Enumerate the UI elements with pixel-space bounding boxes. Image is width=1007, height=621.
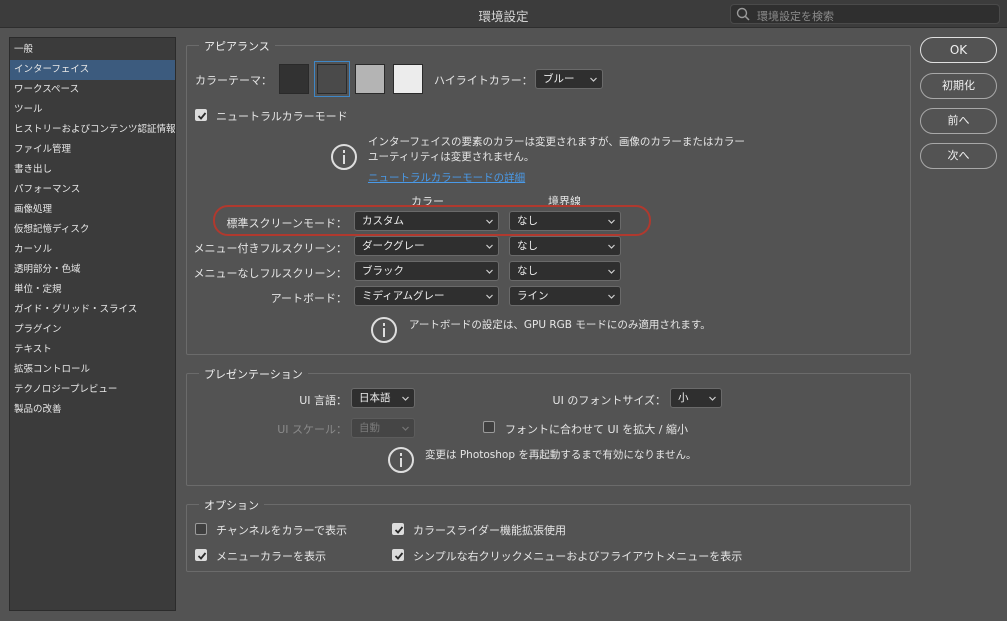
- sidebar-item-scratch-disks[interactable]: 仮想記憶ディスク: [10, 220, 175, 240]
- chevron-down-icon: [590, 77, 597, 82]
- ok-button[interactable]: OK: [920, 37, 997, 63]
- reset-button[interactable]: 初期化: [920, 73, 997, 99]
- ui-language-select[interactable]: 日本語: [351, 388, 415, 408]
- color-theme-label: カラーテーマ：: [195, 74, 272, 87]
- sidebar-item-product-improvement[interactable]: 製品の改善: [10, 400, 175, 420]
- chevron-down-icon: [709, 396, 716, 401]
- color-slider-ext-label: カラースライダー機能拡張使用: [413, 524, 567, 537]
- neutral-color-mode-link[interactable]: ニュートラルカラーモードの詳細: [368, 170, 525, 185]
- restart-note: 変更は Photoshop を再起動するまで有効になりません。: [425, 449, 697, 461]
- artboard-border-select[interactable]: ライン: [509, 286, 621, 306]
- chevron-down-icon: [402, 396, 409, 401]
- sidebar-item-transparency[interactable]: 透明部分・色域: [10, 260, 175, 280]
- sidebar-item-image-processing[interactable]: 画像処理: [10, 200, 175, 220]
- screen-mode-label-artboard: アートボード：: [270, 292, 347, 305]
- full-screen-color-value: ブラック: [362, 265, 404, 277]
- highlight-annotation-ring: [213, 205, 651, 236]
- sidebar-item-units[interactable]: 単位・定規: [10, 280, 175, 300]
- theme-swatch-lightest[interactable]: [393, 64, 423, 94]
- simple-menus-label: シンプルな右クリックメニューおよびフライアウトメニューを表示: [413, 550, 743, 563]
- full-menu-border-select[interactable]: なし: [509, 236, 621, 256]
- info-icon: [388, 447, 414, 473]
- neutral-color-mode-checkbox[interactable]: [195, 109, 207, 121]
- menu-colors-label: メニューカラーを表示: [216, 550, 326, 563]
- chevron-down-icon: [608, 244, 615, 249]
- checkmark-icon: [197, 552, 207, 560]
- sidebar-item-interface[interactable]: インターフェイス: [10, 60, 175, 80]
- sidebar-item-enhanced-controls[interactable]: 拡張コントロール: [10, 360, 175, 380]
- channels-in-color-label: チャンネルをカラーで表示: [216, 524, 348, 537]
- theme-swatch-light[interactable]: [355, 64, 385, 94]
- chevron-down-icon: [402, 426, 409, 431]
- sidebar-item-file-handling[interactable]: ファイル管理: [10, 140, 175, 160]
- appearance-title: アピアランス: [199, 38, 275, 54]
- sidebar-item-performance[interactable]: パフォーマンス: [10, 180, 175, 200]
- ui-scale-label: UI スケール：: [277, 423, 347, 436]
- ui-scale-value: 自動: [359, 422, 380, 434]
- sidebar: 一般 インターフェイス ワークスペース ツール ヒストリーおよびコンテンツ認証情…: [9, 37, 176, 611]
- theme-swatch-dark[interactable]: [314, 61, 350, 97]
- neutral-info-line1: インターフェイスの要素のカラーは変更されますが、画像のカラーまたはカラー: [368, 136, 745, 148]
- checkmark-icon: [197, 112, 207, 120]
- full-menu-color-select[interactable]: ダークグレー: [354, 236, 499, 256]
- prev-button[interactable]: 前へ: [920, 108, 997, 134]
- chevron-down-icon: [608, 269, 615, 274]
- menu-colors-checkbox[interactable]: [195, 549, 207, 561]
- scale-ui-to-font-checkbox[interactable]: [483, 421, 495, 433]
- artboard-color-value: ミディアムグレー: [362, 290, 445, 302]
- search-input[interactable]: 環境設定を検索: [730, 4, 1000, 24]
- sidebar-item-history[interactable]: ヒストリーおよびコンテンツ認証情報: [10, 120, 175, 140]
- sidebar-item-guides[interactable]: ガイド・グリッド・スライス: [10, 300, 175, 320]
- info-icon: [371, 317, 397, 343]
- artboard-border-value: ライン: [517, 290, 549, 302]
- chevron-down-icon: [486, 269, 493, 274]
- scale-ui-to-font-label: フォントに合わせて UI を拡大 / 縮小: [505, 423, 688, 436]
- info-icon: [331, 144, 357, 170]
- search-icon: [736, 7, 750, 21]
- title-bar: 環境設定 環境設定を検索: [0, 0, 1007, 28]
- highlight-color-label: ハイライトカラー：: [434, 74, 533, 87]
- channels-in-color-checkbox[interactable]: [195, 523, 207, 535]
- color-slider-ext-checkbox[interactable]: [392, 523, 404, 535]
- screen-mode-label-full: メニューなしフルスクリーン：: [193, 267, 347, 280]
- artboard-note: アートボードの設定は、GPU RGB モードにのみ適用されます。: [409, 319, 711, 331]
- full-screen-border-value: なし: [517, 265, 538, 277]
- ui-language-label: UI 言語：: [299, 394, 347, 407]
- sidebar-item-tools[interactable]: ツール: [10, 100, 175, 120]
- theme-swatch-darkest[interactable]: [279, 64, 309, 94]
- next-button[interactable]: 次へ: [920, 143, 997, 169]
- ui-font-size-value: 小: [678, 392, 689, 404]
- full-screen-color-select[interactable]: ブラック: [354, 261, 499, 281]
- chevron-down-icon: [486, 294, 493, 299]
- highlight-color-value: ブルー: [543, 73, 575, 85]
- neutral-info-line2: ユーティリティは変更されません。: [368, 151, 535, 163]
- ui-font-size-label: UI のフォントサイズ：: [552, 394, 666, 407]
- full-menu-border-value: なし: [517, 240, 538, 252]
- presentation-title: プレゼンテーション: [199, 366, 308, 382]
- checkmark-icon: [394, 552, 404, 560]
- sidebar-item-type[interactable]: テキスト: [10, 340, 175, 360]
- highlight-color-select[interactable]: ブルー: [535, 69, 603, 89]
- chevron-down-icon: [486, 244, 493, 249]
- search-placeholder: 環境設定を検索: [757, 10, 834, 23]
- options-title: オプション: [199, 497, 264, 513]
- full-screen-border-select[interactable]: なし: [509, 261, 621, 281]
- checkmark-icon: [394, 526, 404, 534]
- sidebar-item-tech-previews[interactable]: テクノロジープレビュー: [10, 380, 175, 400]
- neutral-color-mode-label: ニュートラルカラーモード: [216, 110, 348, 123]
- ui-font-size-select[interactable]: 小: [670, 388, 722, 408]
- sidebar-item-plugins[interactable]: プラグイン: [10, 320, 175, 340]
- sidebar-item-export[interactable]: 書き出し: [10, 160, 175, 180]
- sidebar-item-cursors[interactable]: カーソル: [10, 240, 175, 260]
- simple-menus-checkbox[interactable]: [392, 549, 404, 561]
- sidebar-item-general[interactable]: 一般: [10, 40, 175, 60]
- artboard-color-select[interactable]: ミディアムグレー: [354, 286, 499, 306]
- chevron-down-icon: [608, 294, 615, 299]
- ui-scale-select: 自動: [351, 418, 415, 438]
- screen-mode-label-full-menu: メニュー付きフルスクリーン：: [193, 242, 347, 255]
- ui-language-value: 日本語: [359, 392, 391, 404]
- sidebar-item-workspace[interactable]: ワークスペース: [10, 80, 175, 100]
- full-menu-color-value: ダークグレー: [362, 240, 425, 252]
